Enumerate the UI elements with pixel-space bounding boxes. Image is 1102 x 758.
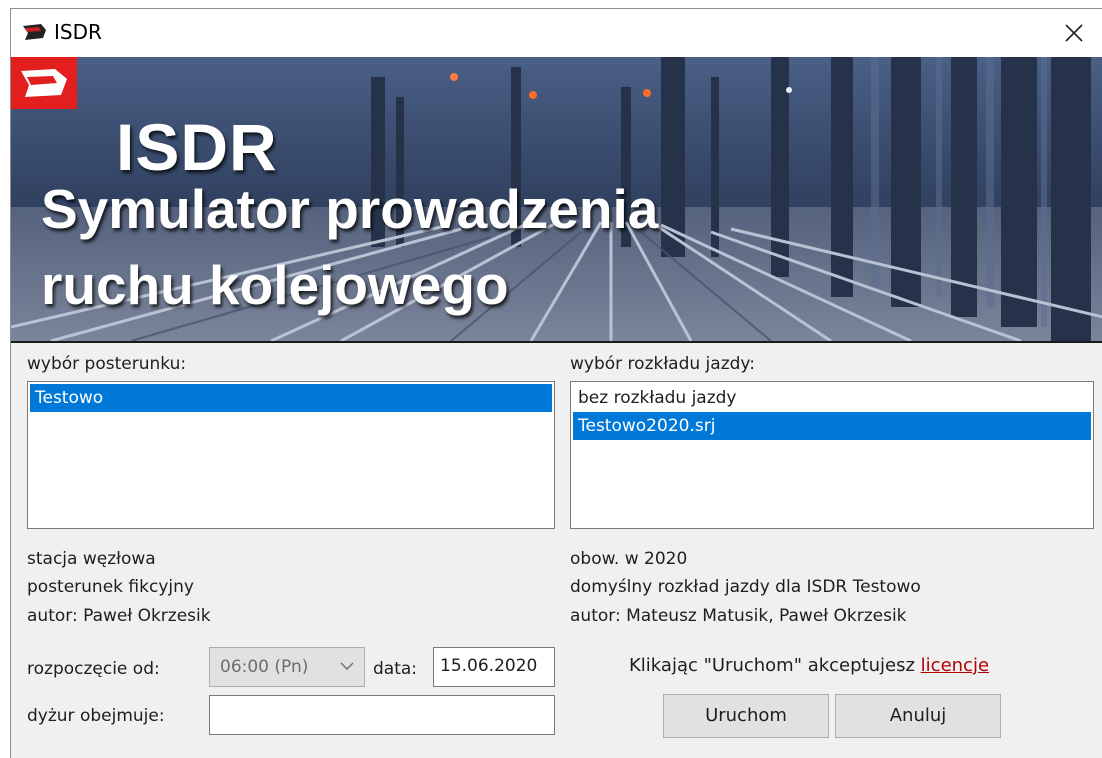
station-listbox[interactable]: Testowo (27, 381, 555, 529)
date-label: data: (373, 659, 418, 679)
license-text: Klikając "Uruchom" akceptujesz (629, 655, 915, 676)
date-input[interactable]: 15.06.2020 (433, 647, 555, 687)
banner-subtitle-line1: Symulator prowadzenia (41, 178, 659, 240)
banner-image: ISDR Symulator prowadzenia ruchu kolejow… (11, 57, 1102, 341)
timetable-listbox[interactable]: bez rozkładu jazdy Testowo2020.srj (570, 381, 1094, 529)
duty-input[interactable] (209, 695, 555, 735)
list-item[interactable]: Testowo (30, 384, 552, 412)
duty-label: dyżur obejmuje: (27, 706, 165, 726)
isdr-logo-icon (11, 57, 77, 109)
run-button[interactable]: Uruchom (663, 694, 829, 738)
station-info-line: stacja węzłowa (27, 549, 156, 569)
banner-title: ISDR (116, 110, 278, 184)
banner-divider (11, 341, 1102, 343)
station-select-label: wybór posterunku: (27, 354, 187, 374)
license-notice: Klikając "Uruchom" akceptujesz licencje (629, 655, 989, 676)
chevron-down-icon (340, 662, 354, 670)
license-link[interactable]: licencje (921, 655, 989, 676)
train-icon (23, 24, 46, 40)
close-button[interactable] (1046, 9, 1102, 57)
timetable-info-line: domyślny rozkład jazdy dla ISDR Testowo (570, 577, 921, 597)
start-time-value: 06:00 (Pn) (220, 657, 309, 677)
station-info-line: posterunek fikcyjny (27, 577, 194, 597)
start-time-dropdown[interactable]: 06:00 (Pn) (209, 647, 365, 687)
station-info-line: autor: Paweł Okrzesik (27, 606, 211, 626)
list-item[interactable]: Testowo2020.srj (573, 412, 1091, 440)
start-time-label: rozpoczęcie od: (27, 659, 160, 679)
close-icon (1065, 24, 1083, 42)
window-title: ISDR (54, 20, 102, 44)
title-bar: ISDR (11, 9, 1102, 57)
banner-subtitle-line2: ruchu kolejowego (41, 254, 509, 316)
list-item[interactable]: bez rozkładu jazdy (573, 384, 1091, 412)
isdr-dialog-window: ISDR ISDR Symulator prowadzenia ruchu ko… (10, 8, 1102, 758)
timetable-info-line: obow. w 2020 (570, 549, 688, 569)
cancel-button[interactable]: Anuluj (835, 694, 1001, 738)
timetable-info-line: autor: Mateusz Matusik, Paweł Okrzesik (570, 606, 907, 626)
timetable-select-label: wybór rozkładu jazdy: (570, 354, 755, 374)
